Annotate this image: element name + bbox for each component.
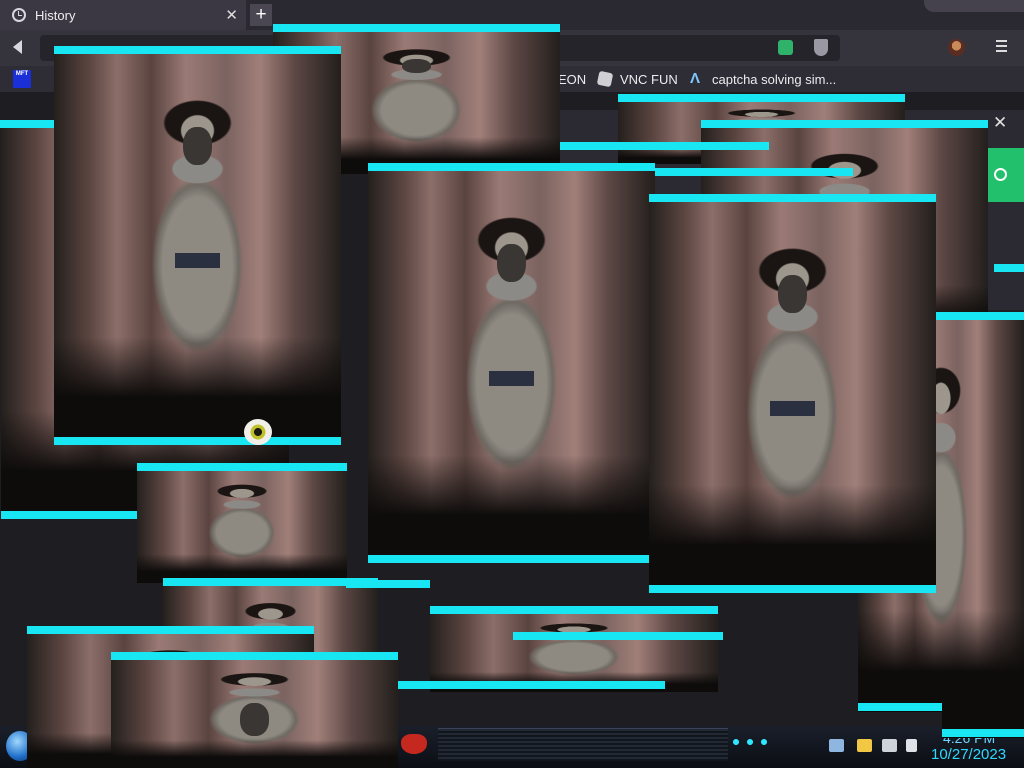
window-title-bar[interactable] xyxy=(655,168,853,176)
clock-date[interactable]: 10/27/2023 xyxy=(931,746,1006,763)
doll-image-window[interactable] xyxy=(137,463,347,583)
menu-icon[interactable] xyxy=(996,40,1007,52)
panel-close-icon[interactable]: ✕ xyxy=(993,113,1007,133)
doll-image-window[interactable] xyxy=(430,606,718,692)
taskbar-apps-area xyxy=(438,728,728,761)
tab-history[interactable]: History ✕ xyxy=(0,0,246,30)
window-title-bar[interactable] xyxy=(942,729,1024,737)
action-center-flag-icon[interactable] xyxy=(857,739,872,752)
window-controls[interactable] xyxy=(924,0,1024,12)
window-title-bar[interactable] xyxy=(994,264,1024,272)
network-icon[interactable] xyxy=(829,739,844,752)
eyeball-cursor-icon xyxy=(244,419,272,445)
cyan-lights-decoration xyxy=(729,736,771,748)
bookmark-eon[interactable]: EON xyxy=(558,72,586,87)
window-title-bar[interactable] xyxy=(513,632,723,640)
back-icon[interactable] xyxy=(13,40,22,54)
demon-app-icon[interactable] xyxy=(401,734,427,754)
search-icon[interactable] xyxy=(988,148,1024,202)
window-title-bar[interactable] xyxy=(858,703,942,711)
extension-icon[interactable] xyxy=(778,40,793,55)
window-title-bar[interactable] xyxy=(346,580,430,588)
shield-icon[interactable] xyxy=(814,39,828,56)
volume-icon[interactable] xyxy=(906,739,917,752)
bookmark-captcha[interactable]: captcha solving sim... xyxy=(712,72,836,87)
profile-avatar[interactable] xyxy=(948,39,965,56)
window-title-bar[interactable] xyxy=(0,120,54,128)
bookmark-vnc-fun[interactable]: VNC FUN xyxy=(620,72,678,87)
doll-image-window[interactable] xyxy=(111,652,398,768)
window-title-bar[interactable] xyxy=(560,142,769,150)
history-icon xyxy=(12,8,26,22)
vnc-icon xyxy=(596,70,614,88)
new-tab-button[interactable]: + xyxy=(250,4,272,26)
doll-image-window[interactable] xyxy=(649,194,936,593)
doll-image-window[interactable] xyxy=(368,163,655,563)
monitor-icon[interactable] xyxy=(882,739,897,752)
tab-close-icon[interactable]: ✕ xyxy=(225,6,238,24)
bookmark-mft[interactable]: MFT xyxy=(13,70,31,88)
captcha-icon: Λ xyxy=(690,70,701,87)
doll-image-window[interactable] xyxy=(54,46,341,445)
tab-title: History xyxy=(35,7,76,23)
window-title-bar[interactable] xyxy=(398,681,665,689)
